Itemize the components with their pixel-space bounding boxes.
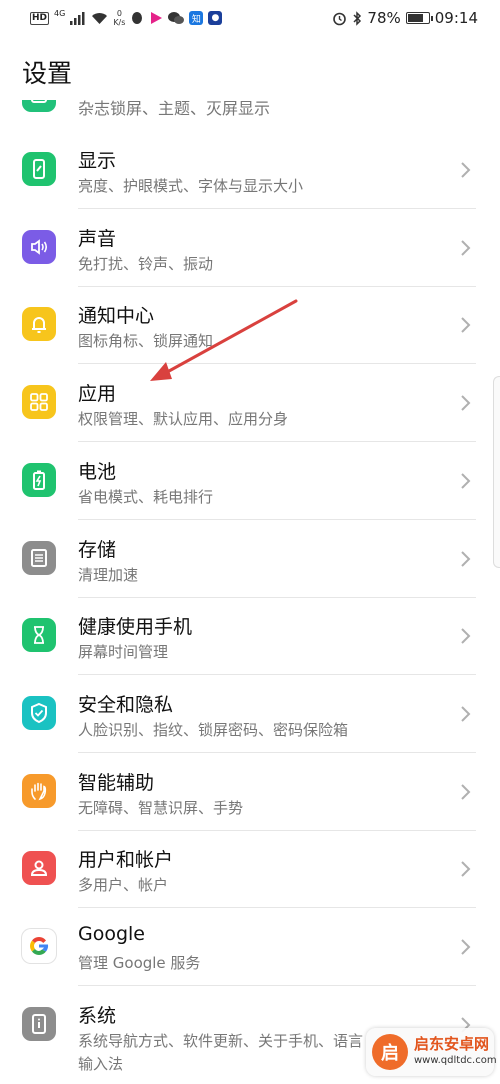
settings-item-9[interactable]: 用户和帐户多用户、帐户 bbox=[0, 831, 500, 909]
settings-list[interactable]: 杂志锁屏、主题、灭屏显示 显示亮度、护眼模式、字体与显示大小声音免打扰、铃声、振… bbox=[0, 100, 500, 1084]
google-icon bbox=[22, 929, 56, 963]
settings-item-7[interactable]: 安全和隐私人脸识别、指纹、锁屏密码、密码保险箱 bbox=[0, 676, 500, 753]
settings-item-title: 健康使用手机 bbox=[78, 616, 193, 639]
chevron-right-icon bbox=[461, 783, 471, 800]
chevron-right-icon bbox=[461, 861, 471, 878]
settings-item-1[interactable]: 声音免打扰、铃声、振动 bbox=[0, 210, 500, 287]
watermark-logo: 启 bbox=[372, 1034, 408, 1070]
chevron-right-icon bbox=[461, 550, 471, 567]
settings-item-title: 智能辅助 bbox=[78, 771, 155, 794]
chevron-right-icon bbox=[461, 162, 471, 178]
settings-item-subtitle: 多用户、帐户 bbox=[78, 876, 169, 895]
watermark-badge: 启 启东安卓网 www.qdltdc.com bbox=[366, 1028, 497, 1076]
zhihu-icon: 知 bbox=[189, 11, 204, 25]
settings-item-partial-subtitle: 杂志锁屏、主题、灭屏显示 bbox=[78, 100, 271, 118]
settings-item-2[interactable]: 通知中心图标角标、锁屏通知 bbox=[0, 287, 500, 365]
wifi-icon bbox=[92, 12, 108, 24]
chevron-right-icon bbox=[461, 395, 471, 411]
storage-icon bbox=[22, 540, 56, 575]
sound-icon bbox=[22, 229, 56, 264]
settings-item-subtitle: 亮度、护眼模式、字体与显示大小 bbox=[78, 177, 304, 195]
alarm-icon bbox=[333, 12, 347, 25]
battery-fill bbox=[407, 14, 423, 22]
settings-item-title: 声音 bbox=[78, 227, 117, 250]
settings-item-title: 显示 bbox=[78, 150, 117, 172]
settings-item-6[interactable]: 健康使用手机屏幕时间管理 bbox=[0, 598, 500, 676]
settings-item-subtitle: 管理 Google 服务 bbox=[78, 954, 201, 972]
net-speed-value: 0 bbox=[116, 9, 122, 18]
watermark-title: 启东安卓网 bbox=[414, 1035, 490, 1053]
settings-item-subtitle: 系统导航方式、软件更新、关于手机、语言 bbox=[78, 1031, 364, 1050]
settings-item-title: 电池 bbox=[78, 460, 117, 483]
chevron-right-icon bbox=[461, 706, 471, 722]
battery-percent: 78% bbox=[367, 9, 401, 27]
settings-item-subtitle: 屏幕时间管理 bbox=[78, 643, 169, 662]
settings-item-8[interactable]: 智能辅助无障碍、智慧识屏、手势 bbox=[0, 754, 500, 831]
settings-item-title: Google bbox=[78, 923, 146, 945]
battery-icon bbox=[22, 462, 56, 497]
settings-item-0[interactable]: 显示亮度、护眼模式、字体与显示大小 bbox=[0, 132, 500, 209]
hd-badge: HD bbox=[30, 11, 50, 25]
scrollbar-handle[interactable] bbox=[493, 376, 500, 568]
settings-item-subtitle: 图标角标、锁屏通知 bbox=[78, 332, 214, 351]
chevron-right-icon bbox=[461, 317, 471, 334]
settings-item-subtitle: 无障碍、智慧识屏、手势 bbox=[78, 798, 244, 817]
settings-item-4[interactable]: 电池省电模式、耗电排行 bbox=[0, 443, 500, 520]
chevron-right-icon bbox=[461, 939, 471, 955]
settings-item-subtitle: 权限管理、默认应用、应用分身 bbox=[78, 410, 289, 429]
video-app-icon bbox=[151, 12, 163, 24]
settings-item-title: 用户和帐户 bbox=[78, 849, 174, 872]
settings-item-title: 应用 bbox=[78, 383, 117, 406]
theme-icon bbox=[22, 100, 56, 112]
hourglass-icon bbox=[22, 618, 56, 653]
phone-info-icon bbox=[22, 1006, 56, 1041]
user-icon bbox=[22, 851, 56, 886]
settings-item-subtitle: 人脸识别、指纹、锁屏密码、密码保险箱 bbox=[78, 720, 349, 739]
watermark-url: www.qdltdc.com bbox=[414, 1055, 497, 1066]
chevron-right-icon bbox=[461, 628, 471, 644]
settings-item-subtitle: 清理加速 bbox=[78, 565, 139, 584]
wechat-icon bbox=[168, 12, 185, 24]
apps-grid-icon bbox=[22, 385, 56, 420]
robot-app-icon: ● bbox=[208, 11, 223, 25]
settings-item-subtitle: 免打扰、铃声、振动 bbox=[78, 254, 214, 273]
settings-item-subtitle-line2: 输入法 bbox=[78, 1054, 124, 1073]
bluetooth-icon bbox=[353, 10, 362, 26]
settings-item-3[interactable]: 应用权限管理、默认应用、应用分身 bbox=[0, 365, 500, 443]
settings-item-5[interactable]: 存储 清理加速 bbox=[0, 521, 500, 598]
battery-indicator bbox=[405, 12, 433, 24]
display-icon bbox=[22, 152, 56, 186]
status-bar: HD 4G 0 K/s 知 ● 78% 09:14 bbox=[0, 0, 500, 36]
net-speed: 0 K/s bbox=[113, 9, 125, 27]
chevron-right-icon bbox=[461, 239, 471, 256]
settings-item-partial[interactable]: 杂志锁屏、主题、灭屏显示 bbox=[0, 100, 500, 132]
status-right: 78% 09:14 bbox=[332, 9, 478, 27]
settings-item-subtitle: 省电模式、耗电排行 bbox=[78, 487, 214, 506]
settings-item-title: 存储 bbox=[78, 538, 117, 561]
network-type-label: 4G bbox=[54, 8, 66, 18]
notification-bell-icon bbox=[22, 307, 56, 342]
settings-item-title: 通知中心 bbox=[78, 305, 155, 328]
page-title: 设置 bbox=[22, 59, 73, 88]
clock: 09:14 bbox=[434, 9, 478, 27]
signal-icon bbox=[70, 11, 85, 25]
hand-icon bbox=[22, 773, 56, 808]
qq-penguin-icon bbox=[132, 12, 143, 24]
settings-item-title: 安全和隐私 bbox=[78, 693, 174, 716]
settings-item-10[interactable]: Google 管理 Google 服务 bbox=[0, 909, 500, 986]
shield-icon bbox=[22, 695, 56, 730]
chevron-right-icon bbox=[461, 473, 471, 489]
status-left: HD 4G 0 K/s 知 ● bbox=[30, 8, 223, 27]
settings-item-title: 系统 bbox=[78, 1004, 117, 1027]
net-speed-unit: K/s bbox=[113, 18, 126, 27]
